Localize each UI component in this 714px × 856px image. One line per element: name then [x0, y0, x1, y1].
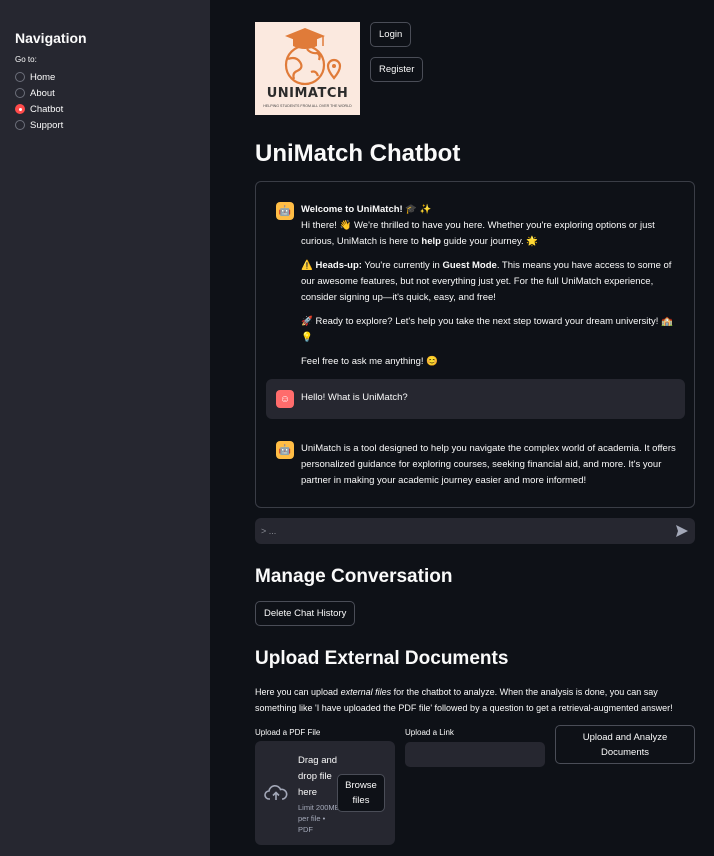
chat-container: 🤖 Welcome to UniMatch! 🎓 ✨ Hi there! 👋 W… — [255, 181, 695, 508]
user-avatar-icon: ☺ — [276, 390, 294, 408]
chat-input[interactable] — [255, 518, 655, 544]
sidebar-item-support[interactable]: Support — [15, 117, 195, 133]
heads-up-text: You're currently in — [361, 260, 443, 271]
closing-text: Feel free to ask me anything! 😊 — [301, 356, 438, 367]
upload-desc-text: Here you can upload — [255, 687, 341, 697]
dropzone-limit: Limit 200MB per file • PDF — [298, 803, 340, 834]
browse-files-button[interactable]: Browse files — [337, 774, 385, 812]
message-content: Hello! What is UniMatch? — [301, 392, 408, 403]
page-title: UniMatch Chatbot — [255, 140, 461, 167]
delete-chat-history-button[interactable]: Delete Chat History — [255, 601, 356, 626]
upload-desc-emphasis: external files — [340, 687, 392, 697]
upload-analyze-button[interactable]: Upload and Analyze Documents — [555, 725, 695, 764]
pdf-upload-label: Upload a PDF File — [255, 728, 321, 737]
message-content: UniMatch is a tool designed to help you … — [301, 443, 676, 486]
unimatch-logo: UNIMATCH HELPING STUDENTS FROM ALL OVER … — [255, 22, 360, 115]
sidebar-item-about[interactable]: About — [15, 85, 195, 101]
manage-conversation-heading: Manage Conversation — [255, 566, 453, 587]
radio-selected-icon[interactable] — [15, 104, 25, 114]
welcome-help: help — [421, 236, 441, 247]
message-content: Welcome to UniMatch! 🎓 ✨ Hi there! 👋 We'… — [301, 202, 684, 378]
chat-message-user: ☺ Hello! What is UniMatch? — [266, 379, 685, 419]
sidebar: Navigation Go to: Home About Chatbot Sup… — [0, 0, 210, 856]
sidebar-item-label: Chatbot — [30, 103, 64, 115]
welcome-title: Welcome to UniMatch! 🎓 ✨ — [301, 204, 432, 215]
chat-message-assistant: 🤖 UniMatch is a tool designed to help yo… — [276, 441, 684, 489]
register-button[interactable]: Register — [370, 57, 424, 82]
link-upload-label: Upload a Link — [405, 728, 454, 737]
explore-text: 🚀 Ready to explore? Let's help you take … — [301, 316, 673, 343]
upload-documents-heading: Upload External Documents — [255, 648, 509, 669]
dropzone-text: Drag and drop file here — [298, 755, 338, 798]
welcome-line-end: guide your journey. 🌟 — [440, 236, 539, 247]
bot-avatar-icon: 🤖 — [276, 441, 294, 459]
link-input[interactable] — [405, 742, 545, 767]
chat-input-bar — [255, 518, 695, 544]
radio-icon[interactable] — [15, 88, 25, 98]
sidebar-item-chatbot[interactable]: Chatbot — [15, 101, 195, 117]
sidebar-item-label: Support — [30, 119, 64, 131]
radio-icon[interactable] — [15, 72, 25, 82]
logo-wordmark: UNIMATCH — [266, 86, 349, 101]
goto-label: Go to: — [15, 55, 37, 64]
logo-tagline: HELPING STUDENTS FROM ALL OVER THE WORLD — [263, 104, 352, 108]
upload-description: Here you can upload external files for t… — [255, 684, 695, 716]
cloud-upload-icon — [264, 785, 288, 800]
heads-up-label: Heads-up: — [315, 260, 362, 271]
pdf-dropzone[interactable]: Drag and drop file here Limit 200MB per … — [255, 741, 395, 845]
guest-mode-label: Guest Mode — [442, 260, 497, 271]
sidebar-item-home[interactable]: Home — [15, 69, 195, 85]
send-icon[interactable] — [675, 524, 689, 538]
sidebar-title: Navigation — [15, 30, 87, 46]
chat-message-assistant: 🤖 Welcome to UniMatch! 🎓 ✨ Hi there! 👋 W… — [276, 202, 684, 378]
login-button[interactable]: Login — [370, 22, 412, 47]
sidebar-item-label: Home — [30, 71, 56, 83]
radio-icon[interactable] — [15, 120, 25, 130]
sidebar-item-label: About — [30, 87, 55, 99]
bot-avatar-icon: 🤖 — [276, 202, 294, 220]
warning-icon: ⚠️ — [301, 260, 313, 271]
globe-graduation-icon — [284, 28, 342, 86]
